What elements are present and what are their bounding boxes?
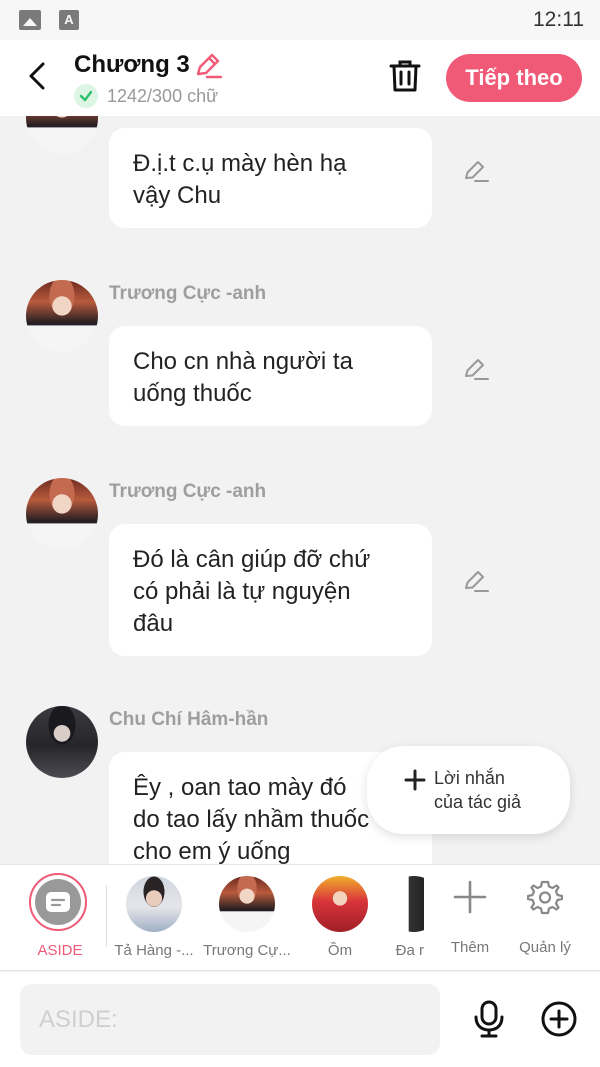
character-avatar [219, 876, 275, 932]
check-icon [74, 84, 98, 108]
input-bar [0, 972, 600, 1067]
add-character-button[interactable]: Thêm [430, 873, 510, 963]
character-item[interactable]: Tả Hàng -... [110, 873, 198, 963]
author-note-label: của tác giả [434, 792, 522, 812]
avatar[interactable] [26, 116, 98, 154]
character-bar: ASIDE Tả Hàng -... Trương Cự... Ồm Đa r … [0, 864, 600, 971]
aside-avatar [29, 873, 88, 932]
character-name: Ồm [327, 942, 353, 959]
character-avatar [312, 876, 368, 932]
edit-icon[interactable] [462, 566, 490, 594]
sender-name: Trương Cực -anh [109, 283, 267, 304]
message-line: uống thuốc [133, 380, 252, 407]
message-bubble[interactable]: Cho cn nhà người ta uống thuốc [109, 326, 432, 426]
add-label: Thêm [450, 939, 490, 956]
status-bar: A 12:11 [0, 0, 600, 40]
character-name: Đa r [395, 942, 424, 959]
avatar[interactable] [26, 706, 98, 778]
message-bubble[interactable]: Đó là cân giúp đỡ chứ có phải là tự nguy… [109, 524, 432, 656]
character-aside[interactable]: ASIDE [16, 873, 104, 963]
next-button[interactable]: Tiếp theo [446, 54, 582, 102]
author-note-label: Lời nhắn [434, 768, 505, 788]
character-name: Tả Hàng -... [114, 942, 194, 959]
message-input[interactable] [20, 984, 440, 1055]
font-a-icon: A [59, 10, 79, 30]
message-line: đâu [133, 610, 174, 637]
plus-icon [453, 880, 487, 914]
pencil-icon[interactable] [193, 50, 223, 80]
edit-icon[interactable] [462, 156, 490, 184]
chapter-header: Chương 3 1242/300 chữ Tiếp theo [0, 40, 600, 116]
avatar[interactable] [26, 478, 98, 550]
sender-name: Chu Chí Hâm-hần [109, 709, 269, 730]
character-item[interactable]: Đa r [376, 873, 424, 963]
manage-label: Quản lý [519, 939, 571, 956]
image-icon [19, 10, 41, 30]
back-button[interactable] [22, 58, 52, 94]
message-line: Đó là cân giúp đỡ chứ [133, 546, 371, 573]
character-avatar [126, 876, 182, 932]
plus-circle-icon[interactable] [540, 1000, 578, 1038]
message-line: cho em ý uống [133, 838, 291, 864]
clock: 12:11 [533, 8, 584, 31]
avatar[interactable] [26, 280, 98, 352]
character-avatar [386, 876, 424, 932]
chapter-title: Chương 3 [74, 51, 190, 78]
trash-icon[interactable] [388, 58, 422, 94]
message-line: vậy Chu [133, 182, 222, 209]
chat-area[interactable]: Đ.ị.t c.ụ mày hèn hạ vậy Chu Trương Cực … [0, 116, 600, 864]
manage-button[interactable]: Quản lý [505, 873, 585, 963]
microphone-icon[interactable] [470, 1000, 508, 1038]
character-item[interactable]: Ồm [296, 873, 384, 963]
edit-icon[interactable] [462, 354, 490, 382]
gear-icon [527, 880, 563, 915]
author-note-button[interactable]: Lời nhắn của tác giả [367, 746, 570, 834]
message-line: có phải là tự nguyện [133, 578, 351, 605]
plus-icon [404, 769, 426, 791]
message-line: Đ.ị.t c.ụ mày hèn hạ [133, 150, 347, 177]
character-name: Trương Cự... [203, 942, 291, 959]
character-item[interactable]: Trương Cự... [203, 873, 291, 963]
message-line: Cho cn nhà người ta [133, 348, 353, 375]
character-name: ASIDE [37, 942, 83, 959]
word-count: 1242/300 chữ [107, 86, 219, 106]
message-square-icon [35, 879, 81, 925]
divider [106, 885, 107, 947]
sender-name: Trương Cực -anh [109, 481, 267, 502]
message-bubble[interactable]: Đ.ị.t c.ụ mày hèn hạ vậy Chu [109, 128, 432, 228]
chevron-left-icon [29, 62, 45, 90]
